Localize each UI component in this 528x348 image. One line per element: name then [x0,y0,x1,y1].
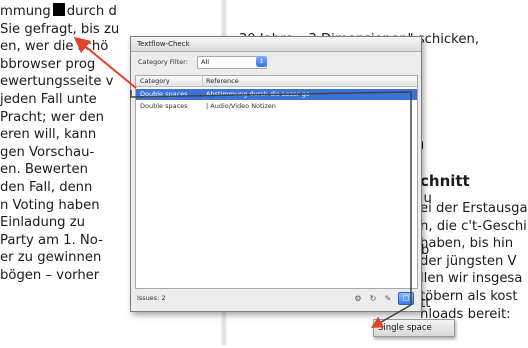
text-line: töbern als kost [420,288,518,304]
dialog-status-bar: Issues: 2 ⚙ ↻ ✎ □ [135,292,416,305]
section-heading: chnitt [420,172,470,190]
column-divider [202,76,203,86]
text-line: haben, bis hin [420,236,514,252]
text-line: llen wir insgesa [420,271,523,287]
table-row[interactable]: Double spaces Abstimmung durch die Leser… [136,89,417,100]
column-header-reference[interactable]: Reference [206,76,239,86]
row-category: Double spaces [140,90,188,98]
issue-count: Issues: 2 [137,294,166,302]
category-filter-label: Category Filter: [138,58,188,66]
right-lower-column: ei der Erstausga n, die c't-Geschi haben… [420,200,528,323]
tooltip-single-space: Single space [373,319,455,337]
issues-table: Category Reference Double spaces Abstimm… [135,75,418,289]
single-space-fix-icon[interactable]: □ [398,292,414,305]
settings-icon[interactable]: ⚙ [353,294,363,304]
text-fragment: mmung [0,4,51,19]
row-reference: | Audio/Video Notizen [206,102,276,110]
fix-icon[interactable]: ✎ [383,294,393,304]
row-category: Double spaces [140,102,188,110]
dialog-title[interactable]: Textflow-Check [131,37,421,52]
table-row[interactable]: Double spaces | Audio/Video Notizen [136,101,417,112]
text-line: n, die c't-Geschi [420,218,527,234]
text-cursor [52,3,65,16]
row-reference: Abstimmung durch die Leser ge [206,90,310,98]
category-filter-select[interactable]: All ↕ [197,56,267,69]
refresh-icon[interactable]: ↻ [368,294,378,304]
status-icons: ⚙ ↻ ✎ □ [353,292,414,305]
table-header: Category Reference [136,76,417,87]
text-line: ei der Erstausga [420,201,528,216]
column-header-category[interactable]: Category [140,76,170,86]
chevron-updown-icon[interactable]: ↕ [256,56,267,67]
category-filter-value: All [201,58,210,66]
text-line: der jüngsten V [420,253,517,269]
textflow-check-dialog: Textflow-Check Category Filter: All ↕ Ca… [130,36,422,312]
text-line: mmung durch d [0,3,221,21]
text-fragment: durch d [66,4,117,19]
